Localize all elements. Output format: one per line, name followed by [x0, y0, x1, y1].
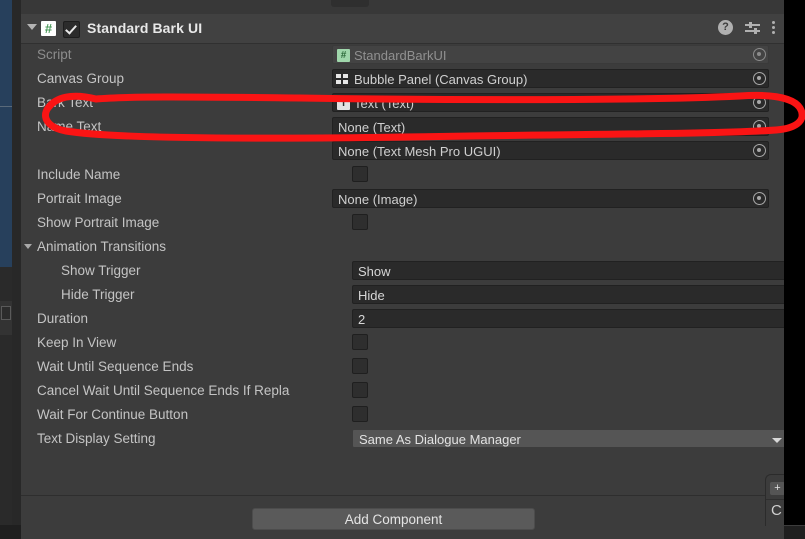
- label-animation-transitions: Animation Transitions: [37, 239, 167, 254]
- property-row-canvas-group: Canvas Group Bubble Panel (Canvas Group): [21, 67, 784, 91]
- property-row-bark-text: Bark Text T Text (Text): [21, 91, 784, 115]
- right-gutter: [784, 0, 805, 525]
- checkbox-show-portrait-image[interactable]: [352, 214, 368, 230]
- property-row-wait-for-continue-button: Wait For Continue Button: [21, 403, 784, 427]
- left-cell-2[interactable]: [0, 301, 12, 336]
- kebab-menu-icon[interactable]: [772, 20, 776, 35]
- component-title: Standard Bark UI: [87, 20, 203, 36]
- label-cancel-wait-until-sequence-ends-if-replaced: Cancel Wait Until Sequence Ends If Repla: [37, 383, 290, 398]
- label-wait-for-continue-button: Wait For Continue Button: [37, 407, 189, 422]
- object-picker-icon-portrait-image[interactable]: [753, 192, 766, 205]
- text-input-duration[interactable]: 2: [352, 309, 790, 328]
- object-field-value-script: StandardBarkUI: [354, 48, 447, 63]
- left-cell-3[interactable]: [0, 335, 12, 525]
- component-header[interactable]: # Standard Bark UI ?: [21, 14, 784, 44]
- inspector-topbar: [21, 0, 784, 15]
- object-field-value-bark-text: Text (Text): [354, 96, 414, 111]
- unity-inspector-screenshot: # Standard Bark UI ? Script # StandardBark…: [0, 0, 805, 539]
- label-hide-trigger: Hide Trigger: [61, 287, 135, 302]
- property-row-name-text: Name Text None (Text): [21, 115, 784, 139]
- label-name-text: Name Text: [37, 119, 102, 134]
- property-row-text-display-setting: Text Display Setting Same As Dialogue Man…: [21, 427, 790, 451]
- object-field-value-name-text-tmp: None (Text Mesh Pro UGUI): [338, 144, 501, 159]
- object-field-value-name-text: None (Text): [338, 120, 406, 135]
- text-input-hide-trigger[interactable]: Hide: [352, 285, 790, 304]
- checkbox-cancel-wait-until-sequence-ends-if-replaced[interactable]: [352, 382, 368, 398]
- label-duration: Duration: [37, 311, 89, 326]
- bottom-right-label: C: [771, 502, 782, 519]
- canvas-group-mini-icon: [336, 74, 350, 85]
- object-picker-icon-bark-text[interactable]: [753, 96, 766, 109]
- checkbox-keep-in-view[interactable]: [352, 334, 368, 350]
- add-icon[interactable]: +: [770, 482, 785, 495]
- text-mini-icon: T: [337, 97, 350, 110]
- left-cell-1[interactable]: [0, 267, 12, 302]
- label-show-trigger: Show Trigger: [61, 263, 141, 278]
- property-row-include-name: Include Name: [21, 163, 784, 187]
- label-wait-until-sequence-ends: Wait Until Sequence Ends: [37, 359, 194, 374]
- object-field-value-canvas-group: Bubble Panel (Canvas Group): [354, 72, 528, 87]
- object-picker-icon-canvas-group[interactable]: [753, 72, 766, 85]
- label-include-name: Include Name: [37, 167, 121, 182]
- property-rows: Script # StandardBarkUI Canvas Group Bubble …: [21, 43, 790, 451]
- label-portrait-image: Portrait Image: [37, 191, 122, 206]
- hierarchy-selection-top[interactable]: [0, 0, 12, 106]
- add-component-button[interactable]: Add Component: [252, 508, 535, 530]
- property-row-animation-transitions: Animation Transitions: [21, 235, 784, 259]
- checkbox-wait-until-sequence-ends[interactable]: [352, 358, 368, 374]
- property-row-script: Script # StandardBarkUI: [21, 43, 784, 67]
- inspector-panel: # Standard Bark UI ? Script # StandardBark…: [21, 14, 790, 539]
- left-mini-field[interactable]: [1, 306, 11, 320]
- object-picker-icon-name-text[interactable]: [753, 120, 766, 133]
- topbar-stub: [331, 0, 369, 7]
- object-field-canvas-group[interactable]: Bubble Panel (Canvas Group): [332, 69, 769, 88]
- property-row-name-text-tmp: None (Text Mesh Pro UGUI): [21, 139, 784, 163]
- checkbox-wait-for-continue-button[interactable]: [352, 406, 368, 422]
- property-row-hide-trigger: Hide Trigger Hide: [21, 283, 790, 307]
- label-keep-in-view: Keep In View: [37, 335, 117, 350]
- inspector-footer: Add Component: [21, 496, 784, 539]
- property-row-keep-in-view: Keep In View: [21, 331, 784, 355]
- label-text-display-setting: Text Display Setting: [37, 431, 156, 446]
- dropdown-value-text-display-setting: Same As Dialogue Manager: [359, 432, 521, 447]
- component-enabled-checkbox[interactable]: [63, 21, 80, 38]
- text-input-show-trigger[interactable]: Show: [352, 261, 790, 280]
- text-input-value-show-trigger: Show: [358, 264, 391, 279]
- object-picker-icon-name-text-tmp[interactable]: [753, 144, 766, 157]
- text-input-value-hide-trigger: Hide: [358, 288, 385, 303]
- chevron-down-icon[interactable]: [772, 438, 782, 443]
- property-row-show-trigger: Show Trigger Show: [21, 259, 790, 283]
- checkbox-include-name[interactable]: [352, 166, 368, 182]
- object-field-name-text[interactable]: None (Text): [332, 117, 769, 136]
- script-mini-icon: #: [337, 49, 350, 62]
- component-foldout-icon[interactable]: [27, 24, 37, 30]
- label-show-portrait-image: Show Portrait Image: [37, 215, 160, 230]
- foldout-icon-animation-transitions[interactable]: [24, 244, 32, 249]
- property-row-portrait-image: Portrait Image None (Image): [21, 187, 784, 211]
- object-field-value-portrait-image: None (Image): [338, 192, 418, 207]
- property-row-wait-until-sequence-ends: Wait Until Sequence Ends: [21, 355, 784, 379]
- label-script: Script: [37, 47, 72, 62]
- object-picker-icon-script[interactable]: [753, 48, 766, 61]
- label-canvas-group: Canvas Group: [37, 71, 125, 86]
- text-input-value-duration: 2: [358, 312, 366, 327]
- dropdown-text-display-setting[interactable]: Same As Dialogue Manager: [352, 429, 790, 448]
- property-row-show-portrait-image: Show Portrait Image: [21, 211, 784, 235]
- label-bark-text: Bark Text: [37, 95, 94, 110]
- panel-gap-column: [12, 0, 21, 525]
- header-icon-group: ?: [718, 20, 776, 35]
- object-field-portrait-image[interactable]: None (Image): [332, 189, 769, 208]
- property-row-cancel-wait-until-sequence-ends-if-replaced: Cancel Wait Until Sequence Ends If Repla: [21, 379, 784, 403]
- preset-icon[interactable]: [745, 20, 760, 35]
- csharp-script-icon: #: [41, 21, 56, 36]
- hierarchy-selection-bottom[interactable]: [0, 107, 12, 267]
- object-field-bark-text[interactable]: T Text (Text): [332, 93, 769, 112]
- object-field-name-text-tmp[interactable]: None (Text Mesh Pro UGUI): [332, 141, 769, 160]
- property-row-duration: Duration 2: [21, 307, 790, 331]
- object-field-script[interactable]: # StandardBarkUI: [332, 45, 769, 64]
- help-icon[interactable]: ?: [718, 20, 733, 35]
